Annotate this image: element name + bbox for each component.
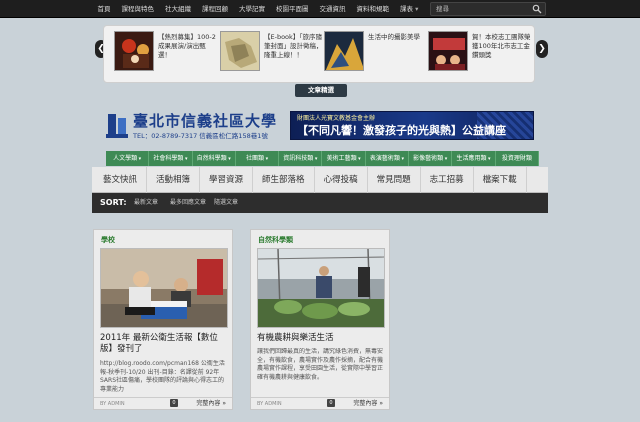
section-tabs: 藝文快訊 活動相簿 學習資源 師生部落格 心得投稿 常見問題 志工招募 檔案下載 <box>92 167 548 193</box>
read-more-link[interactable]: 完整內容 » <box>353 399 383 409</box>
sort-option-latest[interactable]: 最新文章 <box>134 193 158 213</box>
read-more-link[interactable]: 完整內容 » <box>196 399 226 409</box>
tab-submissions[interactable]: 心得投稿 <box>315 167 368 193</box>
post-photo[interactable] <box>257 248 385 328</box>
tab-resources[interactable]: 學習資源 <box>200 167 254 193</box>
post-excerpt: http://blog.roodo.com/pcman168 公衛生活報-秋季刊… <box>100 360 225 393</box>
category-clubs[interactable]: 社團類 <box>236 151 280 166</box>
post-card: 自然科學類 有機農耕與樂活生活 讓我們回歸最真的生活，講究綠色消費，無毒安全，有… <box>250 229 390 410</box>
topnav-item-courses[interactable]: 課程與特色 <box>116 0 160 18</box>
sort-option-random[interactable]: 隨選文章 <box>214 193 238 213</box>
search-input[interactable]: 搜尋 <box>430 2 546 16</box>
slide-thumbnail <box>220 31 260 71</box>
post-title[interactable]: 2011年 最新公衛生活報【數位版】發刊了 <box>100 333 228 355</box>
slide-caption[interactable]: 【E-book】「旅序隨筆封面」設計徵稿，隆重上線！！ <box>264 33 324 60</box>
top-nav-bar: 首頁 課程與特色 社大組織 課程回顧 大學記實 校園平面圖 交通資訊 資料和規範… <box>0 0 640 18</box>
logo-mark-icon <box>106 114 128 138</box>
post-footer: BY ADMIN 0 完整內容 » <box>251 397 389 409</box>
site-title: 臺北市信義社區大學 <box>133 112 278 130</box>
topnav-item-traffic[interactable]: 交通資訊 <box>314 0 351 18</box>
slide-caption[interactable]: 【熱烈募集】100-2成果展演/演出甄選！ <box>158 33 218 60</box>
category-nav: 人文學類 社會科學類 自然科學類 社團類 資訊科技類 美術工藝類 表演藝術類 影… <box>106 151 539 166</box>
slide-item[interactable]: 【E-book】「旅序隨筆封面」設計徵稿，隆重上線！！ <box>220 31 324 77</box>
category-life[interactable]: 生活應用類 <box>452 151 496 166</box>
category-imaging-arts[interactable]: 影像藝術類 <box>409 151 453 166</box>
post-photo[interactable] <box>100 248 228 328</box>
topnav-item-rules[interactable]: 資料和規範 <box>351 0 395 18</box>
slider-label: 文章精選 <box>295 84 347 97</box>
slide-item[interactable]: 賀！本校志工團隊榮獲100年北市志工金鑽頭獎 <box>428 31 532 77</box>
post-footer: BY ADMIN 0 完整內容 » <box>94 397 232 409</box>
sort-option-most-comments[interactable]: 最多回應文章 <box>170 193 206 213</box>
post-author: BY ADMIN <box>100 401 125 407</box>
post-card: 學校 2011年 最新公衛生活報【數位版】發刊了 http://blog.roo… <box>93 229 233 410</box>
banner-subtitle: 財團法人光寶文教基金會主辦 <box>297 115 376 122</box>
category-it[interactable]: 資訊科技類 <box>279 151 323 166</box>
slider-next-button[interactable]: ❯ <box>536 40 548 58</box>
banner-text: 【不同凡響！激發孩子的光與熱】公益講座 <box>297 124 506 137</box>
slide-thumbnail <box>428 31 468 71</box>
topnav-item-review[interactable]: 課程回顧 <box>197 0 234 18</box>
category-arts-crafts[interactable]: 美術工藝類 <box>322 151 366 166</box>
top-nav: 首頁 課程與特色 社大組織 課程回顧 大學記實 校園平面圖 交通資訊 資料和規範… <box>92 0 424 18</box>
slide-item[interactable]: 生活中的攝影美學 <box>324 31 428 77</box>
featured-slider: 【熱烈募集】100-2成果展演/演出甄選！ 【E-book】「旅序隨筆封面」設計… <box>103 25 535 83</box>
site-logo[interactable]: 臺北市信義社區大學 TEL：02-8789-7317 信義區松仁路158巷1號 <box>106 111 276 141</box>
tab-art-news[interactable]: 藝文快訊 <box>94 167 148 193</box>
search-icon[interactable] <box>532 4 542 14</box>
topnav-item-schedule[interactable]: 課表 <box>395 0 424 18</box>
topnav-item-home[interactable]: 首頁 <box>92 0 116 18</box>
slide-item[interactable]: 【熱烈募集】100-2成果展演/演出甄選！ <box>114 31 218 77</box>
slide-thumbnail <box>114 31 154 71</box>
comment-count[interactable]: 0 <box>327 399 335 407</box>
tab-blogs[interactable]: 師生部落格 <box>253 167 315 193</box>
site-address: TEL：02-8789-7317 信義區松仁路158巷1號 <box>133 132 268 140</box>
post-author: BY ADMIN <box>257 401 282 407</box>
slide-thumbnail <box>324 31 364 71</box>
topnav-item-records[interactable]: 大學記實 <box>234 0 271 18</box>
category-humanities[interactable]: 人文學類 <box>106 151 150 166</box>
post-category[interactable]: 自然科學類 <box>258 235 293 245</box>
tab-downloads[interactable]: 檔案下載 <box>474 167 527 193</box>
category-natural-science[interactable]: 自然科學類 <box>193 151 236 166</box>
promo-banner[interactable]: 財團法人光寶文教基金會主辦 【不同凡響！激發孩子的光與熱】公益講座 <box>290 111 534 140</box>
post-title[interactable]: 有機農耕與樂活生活 <box>257 333 385 344</box>
post-category[interactable]: 學校 <box>101 235 115 245</box>
tab-volunteers[interactable]: 志工招募 <box>421 167 474 193</box>
topnav-item-organization[interactable]: 社大組織 <box>160 0 197 18</box>
sort-label: SORT: <box>100 198 127 207</box>
tab-albums[interactable]: 活動相簿 <box>147 167 201 193</box>
sort-bar: SORT: 最新文章 最多回應文章 隨選文章 <box>92 193 548 213</box>
tab-faq[interactable]: 常見問題 <box>368 167 421 193</box>
comment-count[interactable]: 0 <box>170 399 178 407</box>
slide-caption[interactable]: 賀！本校志工團隊榮獲100年北市志工金鑽頭獎 <box>472 33 532 60</box>
search-placeholder: 搜尋 <box>436 5 449 13</box>
slide-caption[interactable]: 生活中的攝影美學 <box>368 33 428 42</box>
category-social-science[interactable]: 社會科學類 <box>149 151 193 166</box>
topnav-item-campus-map[interactable]: 校園平面圖 <box>271 0 315 18</box>
category-investment[interactable]: 投資理財類 <box>496 151 539 166</box>
category-performing-arts[interactable]: 表演藝術類 <box>366 151 410 166</box>
post-excerpt: 讓我們回歸最真的生活，講究綠色消費，無毒安全，有機飲食，農場實作及農作採摘，配合… <box>257 348 384 381</box>
